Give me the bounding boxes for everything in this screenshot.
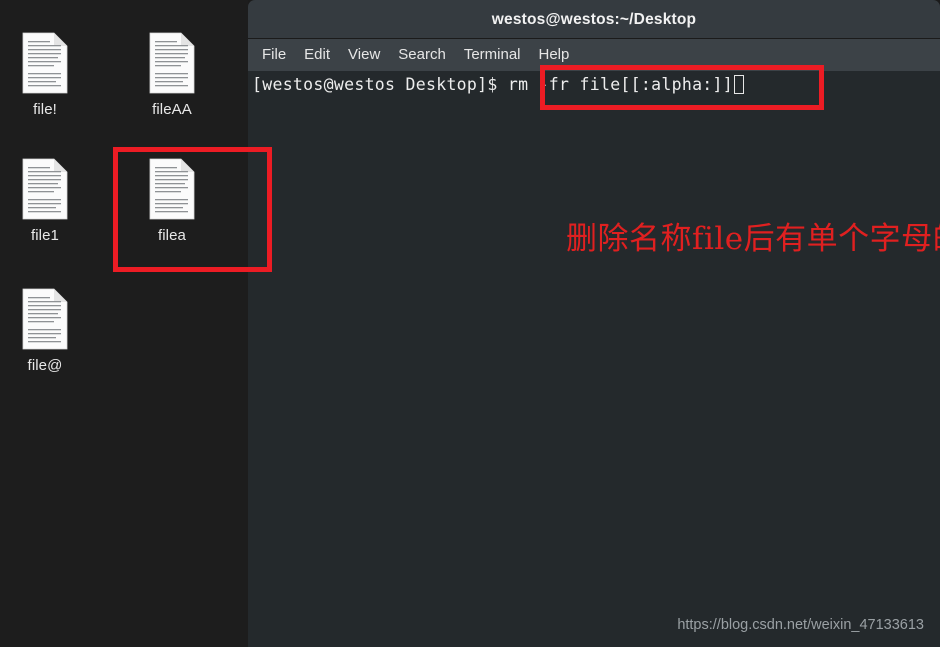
menu-item-view[interactable]: View — [348, 46, 380, 63]
terminal-command-line[interactable]: [westos@westos Desktop]$ rm -fr file[[:a… — [252, 74, 745, 96]
menu-item-file[interactable]: File — [262, 46, 286, 63]
document-icon — [22, 158, 68, 220]
menu-item-search[interactable]: Search — [398, 46, 446, 63]
desktop-area[interactable]: file! fileAA file1 filea file@ — [0, 0, 248, 647]
screenshot-root: file! fileAA file1 filea file@ westos@we… — [0, 0, 940, 647]
terminal-menubar[interactable]: File Edit View Search Terminal Help — [248, 39, 940, 71]
menu-item-terminal[interactable]: Terminal — [464, 46, 521, 63]
desktop-icon-label: file1 — [30, 227, 60, 244]
terminal-title: westos@westos:~/Desktop — [491, 11, 697, 28]
desktop-icon-file-exclaim[interactable]: file! — [0, 32, 95, 118]
shell-command: rm -fr file[[:alpha:]] — [507, 75, 734, 94]
document-icon — [22, 288, 68, 350]
desktop-icon-file1[interactable]: file1 — [0, 158, 95, 244]
document-icon — [149, 32, 195, 94]
terminal-window[interactable]: westos@westos:~/Desktop File Edit View S… — [248, 0, 940, 647]
document-icon — [149, 158, 195, 220]
desktop-icon-filea[interactable]: filea — [122, 158, 222, 244]
desktop-icon-label: filea — [157, 227, 187, 244]
shell-prompt: [westos@westos Desktop]$ — [252, 75, 508, 94]
document-icon — [22, 32, 68, 94]
annotation-note: 删除名称file后有单个字母的文件 — [566, 221, 940, 257]
menu-item-help[interactable]: Help — [539, 46, 570, 63]
terminal-titlebar[interactable]: westos@westos:~/Desktop — [248, 0, 940, 38]
desktop-icon-label: file! — [33, 101, 57, 118]
menu-item-edit[interactable]: Edit — [304, 46, 330, 63]
desktop-icon-fileaa[interactable]: fileAA — [122, 32, 222, 118]
desktop-icon-label: fileAA — [152, 101, 192, 118]
desktop-icon-file-at[interactable]: file@ — [0, 288, 95, 374]
text-cursor — [734, 75, 745, 94]
desktop-icon-label: file@ — [27, 357, 63, 374]
terminal-body[interactable]: [westos@westos Desktop]$ rm -fr file[[:a… — [248, 71, 940, 647]
watermark-text: https://blog.csdn.net/weixin_47133613 — [677, 617, 924, 633]
